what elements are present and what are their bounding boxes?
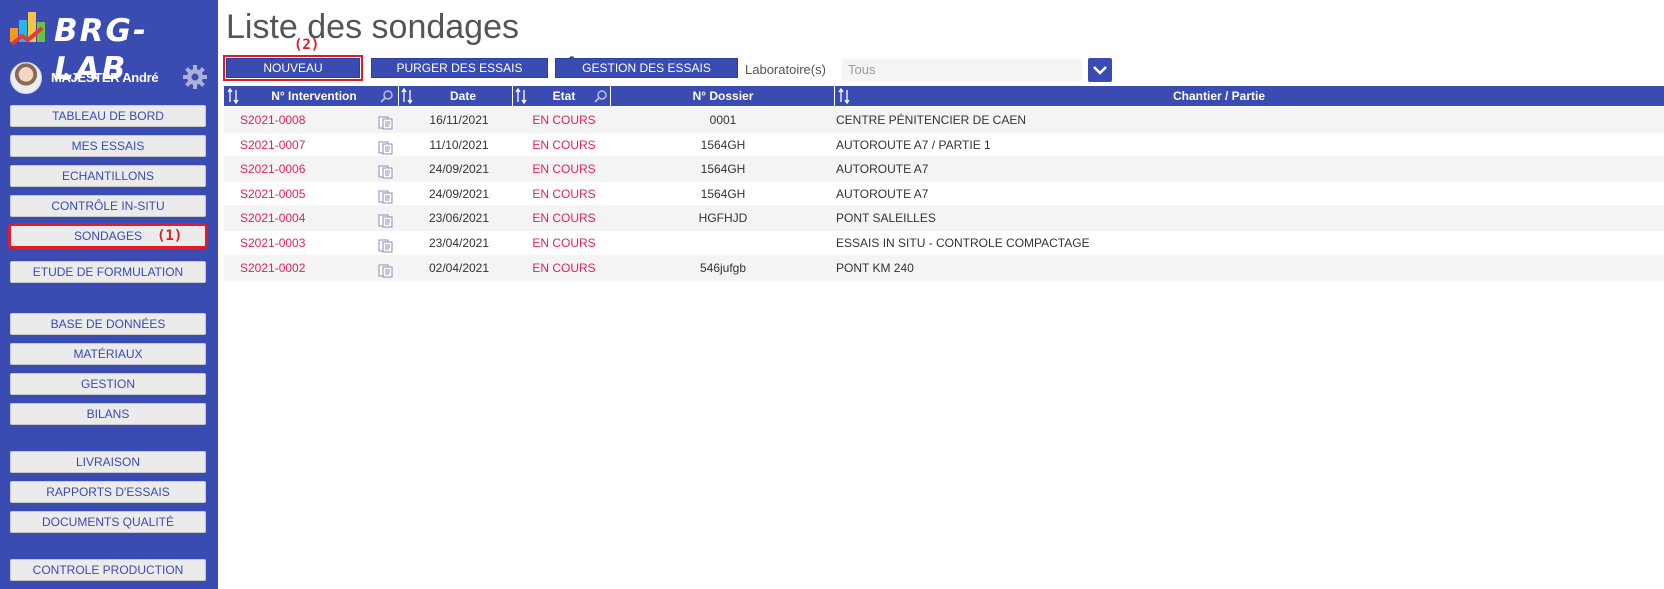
- dossier-cell: HGFHJD: [698, 211, 748, 226]
- chantier-cell: AUTOROUTE A7: [836, 186, 929, 201]
- status-cell: EN COURS: [532, 236, 596, 250]
- date-cell: 11/10/2021: [429, 137, 489, 152]
- document-icon[interactable]: [378, 211, 394, 228]
- nav-materiaux[interactable]: MATÉRIAUX: [10, 343, 206, 365]
- header-chantier[interactable]: Chantier / Partie: [854, 86, 1584, 106]
- nav-mes-essais[interactable]: MES ESSAIS: [10, 135, 206, 157]
- nav-controle-in-situ[interactable]: CONTRÔLE IN-SITU: [10, 195, 206, 217]
- annotation-step-1: (1): [157, 228, 183, 244]
- logo-mark-icon: [10, 12, 45, 46]
- avatar[interactable]: [10, 62, 42, 94]
- chantier-cell: ESSAIS IN SITU - CONTROLE COMPACTAGE: [836, 236, 1090, 250]
- search-icon[interactable]: [594, 89, 608, 103]
- search-icon[interactable]: [380, 89, 394, 103]
- user-name: MAJESTER André: [51, 70, 159, 85]
- nav-controle-production[interactable]: CONTROLE PRODUCTION: [10, 559, 206, 581]
- status-cell: EN COURS: [532, 137, 596, 152]
- date-cell: 16/11/2021: [429, 113, 489, 127]
- document-icon[interactable]: [378, 261, 394, 278]
- table-row[interactable]: S2021-0004 23/06/2021 EN COURS HGFHJD PONT S…: [224, 205, 1664, 232]
- purger-des-essais-button[interactable]: PURGER DES ESSAIS: [371, 58, 548, 78]
- status-cell: EN COURS: [532, 186, 596, 201]
- intervention-link[interactable]: S2021-0008: [240, 107, 305, 133]
- user-panel: MAJESTER André: [10, 62, 210, 94]
- main-content: Liste des sondages (2) NOUVEAU PURGER DE…: [218, 0, 1664, 589]
- document-icon[interactable]: [378, 187, 394, 204]
- chantier-cell: CENTRE PÉNITENCIER DE CAEN: [836, 113, 1027, 127]
- date-cell: 24/09/2021: [428, 186, 490, 201]
- document-icon[interactable]: [378, 236, 394, 253]
- annotation-step-2: (2): [294, 37, 320, 53]
- header-separator: [512, 86, 513, 106]
- dossier-cell: 546jufgb: [699, 260, 747, 275]
- intervention-link[interactable]: S2021-0005: [240, 181, 305, 207]
- gear-icon[interactable]: [182, 64, 208, 90]
- status-cell: EN COURS: [532, 162, 596, 177]
- intervention-link[interactable]: S2021-0004: [240, 205, 305, 231]
- table-row[interactable]: S2021-0008 16/11/2021 EN COURS 0001 CENTRE P…: [224, 107, 1664, 133]
- chantier-cell: AUTOROUTE A7 / PARTIE 1: [836, 137, 991, 152]
- document-icon[interactable]: [378, 113, 394, 130]
- intervention-link[interactable]: S2021-0006: [240, 156, 305, 182]
- header-separator: [610, 86, 611, 106]
- date-cell: 24/09/2021: [428, 162, 490, 177]
- document-icon[interactable]: [378, 162, 394, 179]
- table-row[interactable]: S2021-0002 02/04/2021 EN COURS 546jufgb PONT…: [224, 254, 1664, 281]
- header-separator: [834, 86, 835, 106]
- table-row[interactable]: S2021-0007 11/10/2021 EN COURS 1564GH AUTORO…: [224, 132, 1664, 158]
- sort-icon[interactable]: [227, 88, 239, 104]
- document-icon[interactable]: [378, 138, 394, 155]
- nouveau-button[interactable]: NOUVEAU: [223, 55, 363, 81]
- nav-tableau-de-bord[interactable]: TABLEAU DE BORD: [10, 105, 206, 127]
- app-logo[interactable]: BRG-LAB: [8, 10, 214, 87]
- laboratoire-select[interactable]: Tous: [842, 59, 1082, 81]
- nav-base-de-donnees[interactable]: BASE DE DONNÉES: [10, 313, 206, 335]
- nav-gestion[interactable]: GESTION: [10, 373, 206, 395]
- status-cell: EN COURS: [532, 211, 596, 226]
- laboratoire-dropdown-button[interactable]: [1088, 58, 1112, 82]
- status-cell: EN COURS: [532, 260, 596, 275]
- table-row[interactable]: S2021-0006 24/09/2021 EN COURS 1564GH AUTORO…: [224, 156, 1664, 183]
- nav-documents-qualite[interactable]: DOCUMENTS QUALITÉ: [10, 511, 206, 533]
- nav-livraison[interactable]: LIVRAISON: [10, 451, 206, 473]
- dossier-cell: 1564GH: [700, 186, 746, 201]
- date-cell: 23/04/2021: [428, 236, 490, 250]
- sort-icon[interactable]: [401, 88, 413, 104]
- dossier-cell: 1564GH: [700, 137, 746, 152]
- intervention-link[interactable]: S2021-0003: [240, 230, 305, 256]
- nav-bilans[interactable]: BILANS: [10, 403, 206, 425]
- dossier-cell: 1564GH: [700, 162, 746, 177]
- date-cell: 23/06/2021: [428, 211, 490, 226]
- header-intervention[interactable]: N° Intervention: [244, 86, 384, 106]
- sort-icon[interactable]: [838, 88, 850, 104]
- chantier-cell: AUTOROUTE A7: [836, 162, 929, 177]
- header-etat[interactable]: Etat: [524, 86, 604, 106]
- intervention-link[interactable]: S2021-0002: [240, 255, 305, 281]
- chantier-cell: PONT SALEILLES: [836, 211, 936, 226]
- chantier-cell: PONT KM 240: [836, 260, 914, 275]
- nav-echantillons[interactable]: ECHANTILLONS: [10, 165, 206, 187]
- dossier-cell: 0001: [709, 113, 737, 127]
- header-separator: [398, 86, 399, 106]
- sidebar: BRG-LAB MAJESTER André TABLEAU DE BORD M…: [0, 0, 218, 589]
- header-date[interactable]: Date: [414, 86, 512, 106]
- table-row[interactable]: S2021-0005 24/09/2021 EN COURS 1564GH AUTORO…: [224, 181, 1664, 207]
- page-title: Liste des sondages: [226, 8, 519, 46]
- laboratoire-label: Laboratoire(s): [745, 62, 826, 77]
- table-row[interactable]: S2021-0003 23/04/2021 EN COURS ESSAIS IN SI…: [224, 230, 1664, 256]
- status-cell: EN COURS: [532, 113, 596, 127]
- gestion-des-essais-button[interactable]: GESTION DES ESSAIS: [555, 58, 738, 78]
- date-cell: 02/04/2021: [428, 260, 490, 275]
- table-header: N° Intervention Date Etat N° Dossier Cha…: [224, 86, 1664, 106]
- nav-etude-de-formulation[interactable]: ETUDE DE FORMULATION: [10, 261, 206, 283]
- chevron-down-icon: [1093, 66, 1107, 75]
- dossier-cell: [612, 230, 834, 256]
- header-dossier[interactable]: N° Dossier: [612, 86, 834, 106]
- nav-rapports-d-essais[interactable]: RAPPORTS D'ESSAIS: [10, 481, 206, 503]
- intervention-link[interactable]: S2021-0007: [240, 132, 305, 158]
